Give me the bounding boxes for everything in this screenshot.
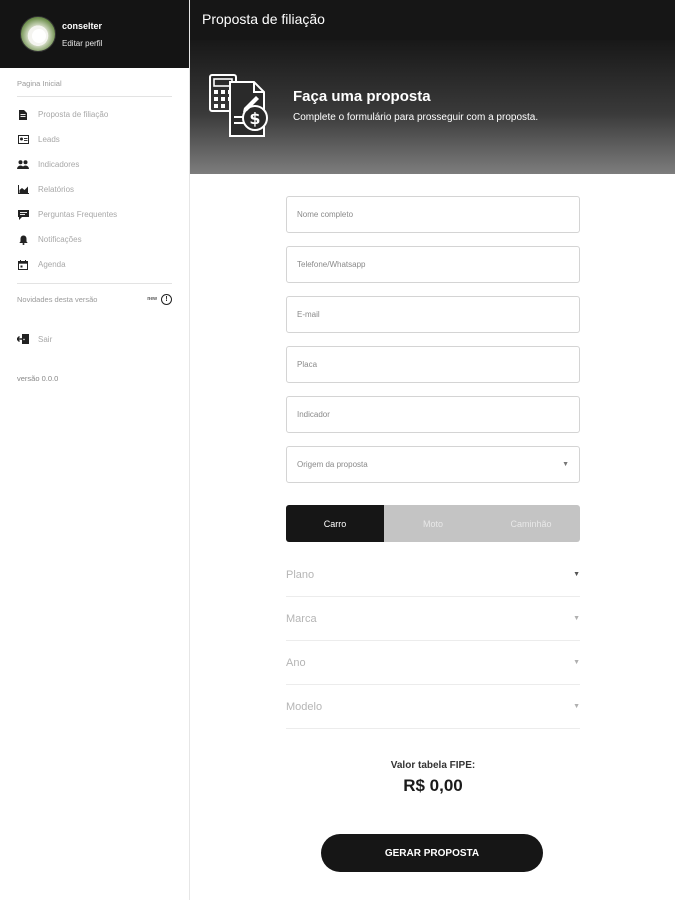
chevron-down-icon: ▼	[573, 571, 580, 578]
model-select[interactable]: Modelo ▼	[286, 685, 580, 729]
fipe-summary: Valor tabela FIPE: R$ 0,00	[286, 760, 580, 796]
sidebar-item-proposta[interactable]: Proposta de filiação	[17, 102, 172, 127]
sidebar-item-notificacoes[interactable]: Notificações	[17, 227, 172, 252]
page-title: Proposta de filiação	[202, 11, 325, 27]
year-select[interactable]: Ano ▼	[286, 641, 580, 685]
proposal-banner: $ Faça uma proposta Complete o formulári…	[190, 40, 675, 174]
logout-label: Sair	[38, 334, 53, 344]
news-label: Novidades desta versão	[17, 294, 98, 304]
vehicle-type-toggle: Carro Moto Caminhão	[286, 505, 580, 542]
leads-icon	[17, 135, 29, 145]
plate-placeholder: Placa	[297, 360, 318, 369]
email-placeholder: E-mail	[297, 310, 320, 319]
sidebar-item-perguntas[interactable]: Perguntas Frequentes	[17, 202, 172, 227]
model-label: Modelo	[286, 700, 323, 713]
vehicle-selects: Plano ▼ Marca ▼ Ano ▼ Modelo ▼	[286, 553, 580, 729]
sidebar-item-label: Proposta de filiação	[38, 110, 109, 119]
phone-field[interactable]: Telefone/Whatsapp	[286, 246, 580, 283]
chat-icon	[17, 209, 29, 220]
tab-moto[interactable]: Moto	[384, 505, 482, 542]
tab-car[interactable]: Carro	[286, 505, 384, 542]
logout-button[interactable]: Sair	[17, 334, 172, 344]
sidebar-item-label: Notificações	[38, 235, 82, 244]
indicator-placeholder: Indicador	[297, 410, 330, 419]
new-badge: new	[147, 296, 157, 302]
sidebar-item-label: Perguntas Frequentes	[38, 210, 118, 219]
full-name-placeholder: Nome completo	[297, 210, 354, 219]
origin-select[interactable]: Origem da proposta ▼	[286, 446, 580, 483]
sidebar-nav: Proposta de filiação Leads Indicadores R…	[17, 97, 172, 277]
sidebar-item-label: Relatórios	[38, 185, 75, 194]
profile-header: conselter Editar perfil	[0, 0, 189, 68]
info-icon[interactable]: !	[161, 293, 172, 305]
sidebar: conselter Editar perfil Pagina Inicial P…	[0, 0, 190, 900]
bell-icon	[17, 235, 29, 245]
sidebar-item-label: Agenda	[38, 260, 66, 269]
plan-label: Plano	[286, 568, 315, 581]
origin-placeholder: Origem da proposta	[297, 460, 368, 469]
chart-icon	[17, 185, 29, 195]
sidebar-item-label: Leads	[38, 135, 60, 144]
sidebar-item-leads[interactable]: Leads	[17, 127, 172, 152]
chevron-down-icon: ▼	[562, 461, 569, 468]
sidebar-item-relatorios[interactable]: Relatórios	[17, 177, 172, 202]
proposal-form: Nome completo Telefone/Whatsapp E-mail P…	[286, 196, 580, 496]
brand-label: Marca	[286, 612, 317, 625]
phone-placeholder: Telefone/Whatsapp	[297, 260, 366, 269]
chevron-down-icon: ▼	[573, 659, 580, 666]
svg-text:$: $	[249, 109, 260, 128]
generate-proposal-button[interactable]: GERAR PROPOSTA	[321, 834, 543, 872]
fipe-value: R$ 0,00	[403, 776, 463, 795]
news-row[interactable]: Novidades desta versão new !	[17, 284, 172, 314]
plate-field[interactable]: Placa	[286, 346, 580, 383]
sidebar-item-home[interactable]: Pagina Inicial	[17, 68, 172, 97]
edit-profile-link[interactable]: Editar perfil	[62, 39, 102, 48]
document-icon	[17, 109, 29, 120]
plan-select[interactable]: Plano ▼	[286, 553, 580, 597]
fipe-label: Valor tabela FIPE:	[390, 760, 476, 771]
email-field[interactable]: E-mail	[286, 296, 580, 333]
avatar[interactable]	[20, 16, 56, 52]
calculator-money-icon: $	[206, 72, 274, 140]
sidebar-item-label: Indicadores	[38, 160, 80, 169]
chevron-down-icon: ▼	[573, 615, 580, 622]
brand-select[interactable]: Marca ▼	[286, 597, 580, 641]
tab-truck[interactable]: Caminhão	[482, 505, 580, 542]
logout-icon	[17, 334, 29, 344]
sidebar-item-agenda[interactable]: Agenda	[17, 252, 172, 277]
banner-title: Faça uma proposta	[293, 88, 431, 105]
app-version: versão 0.0.0	[17, 374, 59, 383]
full-name-field[interactable]: Nome completo	[286, 196, 580, 233]
top-bar: Proposta de filiação	[190, 0, 675, 40]
banner-subtitle: Complete o formulário para prosseguir co…	[293, 112, 539, 123]
calendar-icon	[17, 259, 29, 270]
user-name: conselter	[62, 20, 103, 31]
sidebar-item-indicadores[interactable]: Indicadores	[17, 152, 172, 177]
indicator-field[interactable]: Indicador	[286, 396, 580, 433]
year-label: Ano	[286, 656, 306, 669]
people-icon	[17, 160, 29, 170]
chevron-down-icon: ▼	[573, 703, 580, 710]
